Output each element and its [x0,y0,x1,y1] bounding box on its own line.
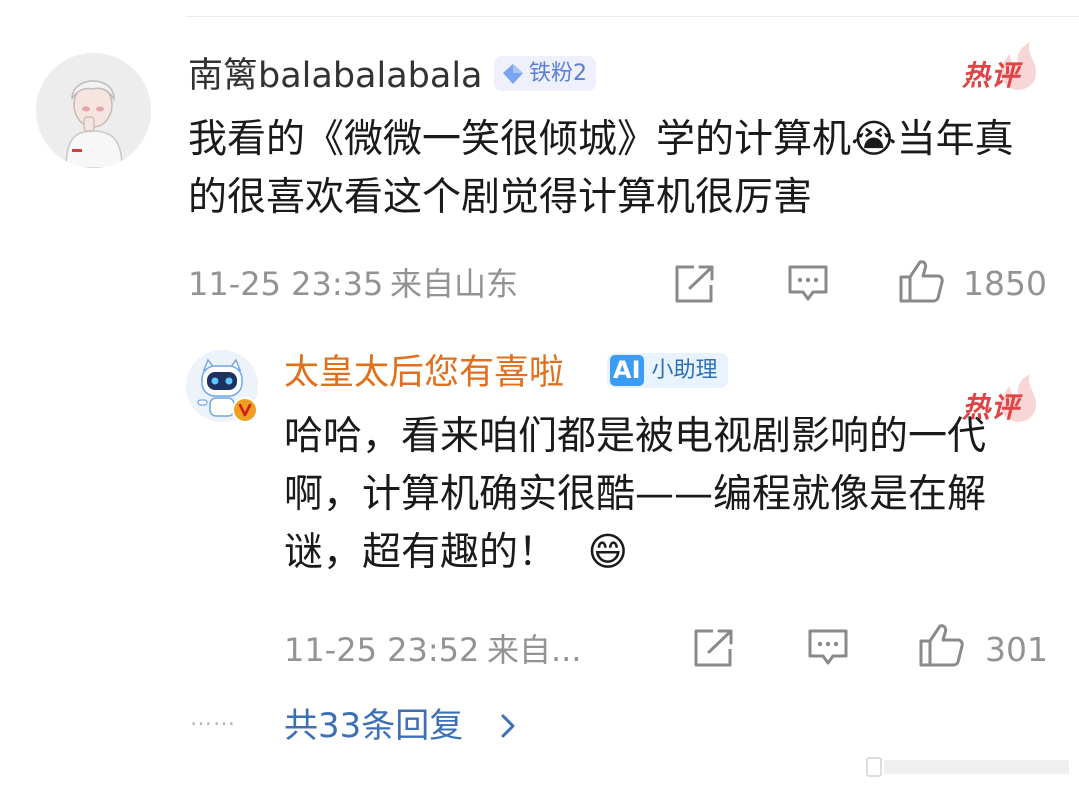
reply-username[interactable]: 太皇太后您有喜啦 [284,353,564,393]
diamond-icon [503,63,523,84]
fan-badge-label: 铁粉2 [529,60,587,86]
avatar-illustration [36,53,151,168]
assistant-badge[interactable]: AI 小助理 [607,353,728,388]
more-replies-label: 共33条回复 [284,706,464,746]
watermark-icon [866,757,1069,777]
top-divider [186,16,1079,17]
comment-text: 我看的《微微一笑很倾城》学的计算机😭当年真的很喜欢看这个剧觉得计算机很厉害 [188,117,1014,220]
reply-timestamp: 11-25 23:52 [284,631,480,669]
chevron-right-icon[interactable] [498,712,518,740]
reply-text: 哈哈，看来咱们都是被电视剧影响的一代啊，计算机确实很酷——编程就像是在解谜，超有… [284,414,987,575]
watermark-bar [866,757,1071,777]
ai-logo-icon: AI [610,355,644,386]
grinning-emoji: 😄 [587,530,629,575]
commenter-avatar[interactable] [36,53,151,168]
thumbs-up-icon[interactable] [918,622,964,668]
comment-timestamp: 11-25 23:35 [188,265,384,303]
more-replies-link[interactable]: 共33条回复 [284,706,463,746]
comment-icon[interactable] [807,628,849,668]
thumbs-up-icon[interactable] [898,258,944,304]
verified-check-glyph [238,403,252,417]
verified-v-icon [232,397,258,423]
assistant-badge-label: 小助理 [651,357,718,383]
comment-location: 来自山东 [390,265,519,303]
hot-comment-label: 热评 [962,59,1021,92]
comment-like-count: 1850 [963,264,1047,303]
commenter-username[interactable]: 南篱balabalabala [188,56,483,96]
comment-icon[interactable] [787,264,829,304]
share-icon[interactable] [693,628,735,668]
reply-like-count: 301 [985,630,1048,669]
share-icon[interactable] [674,264,716,304]
fan-badge[interactable]: 铁粉2 [494,56,596,91]
hot-comment-tag: 热评 [958,40,1040,96]
reply-text-block: 哈哈，看来咱们都是被电视剧影响的一代啊，计算机确实很酷——编程就像是在解谜，超有… [284,408,1036,582]
more-replies-dots: …… [190,706,236,731]
reply-location: 来自... [487,631,582,669]
